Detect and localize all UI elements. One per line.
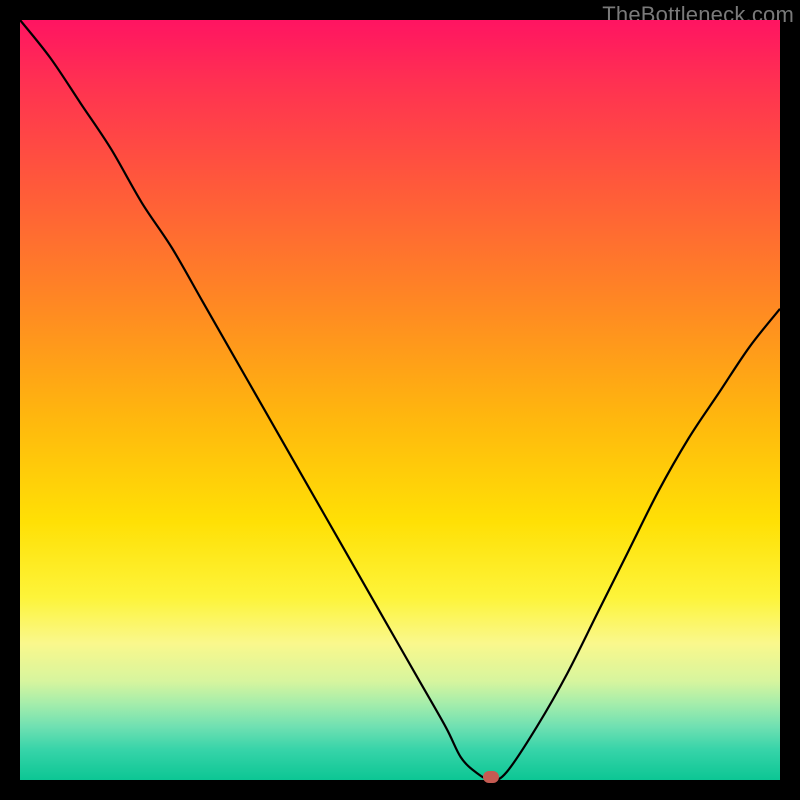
plot-area	[20, 20, 780, 780]
chart-frame: TheBottleneck.com	[0, 0, 800, 800]
curve-svg	[20, 20, 780, 780]
min-marker	[483, 771, 499, 783]
bottleneck-curve	[20, 20, 780, 780]
